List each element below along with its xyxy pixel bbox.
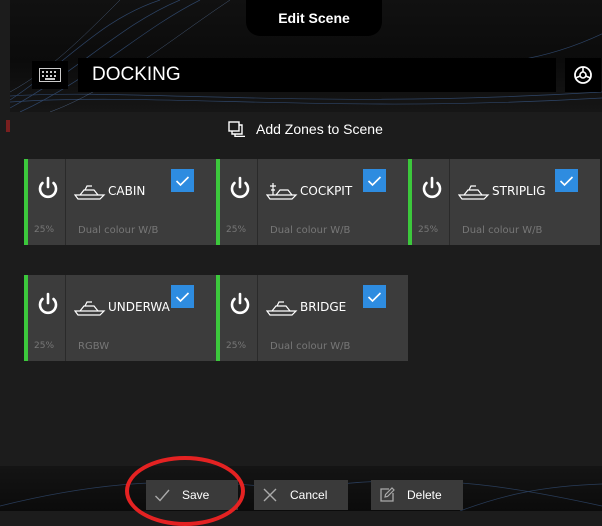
zone-card-bridge[interactable]: 25% BRIDGE Dual colour W/B xyxy=(216,275,408,361)
zone-card-underwater[interactable]: 25% UNDERWA RGBW xyxy=(24,275,216,361)
zone-checkbox[interactable] xyxy=(363,285,386,308)
cancel-label: Cancel xyxy=(290,488,328,502)
zone-name: COCKPIT xyxy=(300,184,353,198)
zone-checkbox[interactable] xyxy=(171,285,194,308)
checkmark-icon xyxy=(175,175,190,186)
power-icon xyxy=(38,292,58,315)
power-toggle[interactable]: 25% xyxy=(216,275,258,361)
delete-label: Delete xyxy=(407,488,442,502)
close-icon xyxy=(263,488,277,502)
checkmark-icon xyxy=(559,175,574,186)
edit-icon xyxy=(380,487,395,502)
keyboard-icon xyxy=(39,68,61,82)
power-icon xyxy=(38,176,58,199)
checkmark-icon xyxy=(175,291,190,302)
boat-cockpit-icon xyxy=(266,183,298,200)
zone-name: BRIDGE xyxy=(300,300,347,314)
power-icon xyxy=(230,176,250,199)
power-toggle[interactable]: 25% xyxy=(24,159,66,245)
zone-type: Dual colour W/B xyxy=(270,225,351,236)
zone-level: 25% xyxy=(226,341,247,351)
zone-card-striplight[interactable]: 25% STRIPLIG Dual colour W/B xyxy=(408,159,600,245)
zone-type: Dual colour W/B xyxy=(270,341,351,352)
highlight-circle xyxy=(125,456,245,526)
layers-icon xyxy=(228,121,245,137)
boat-icon xyxy=(74,301,106,316)
steering-wheel-button[interactable] xyxy=(565,58,601,92)
checkmark-icon xyxy=(367,175,382,186)
boat-icon xyxy=(74,185,106,200)
steering-wheel-icon xyxy=(574,66,592,84)
power-toggle[interactable]: 25% xyxy=(216,159,258,245)
zone-name: CABIN xyxy=(108,184,146,198)
zone-type: RGBW xyxy=(78,341,110,352)
power-icon xyxy=(422,176,442,199)
boat-icon xyxy=(266,301,298,316)
header-bar: Edit Scene xyxy=(10,0,602,112)
zone-level: 25% xyxy=(226,225,247,235)
zone-checkbox[interactable] xyxy=(171,169,194,192)
zone-checkbox[interactable] xyxy=(363,169,386,192)
checkmark-icon xyxy=(367,291,382,302)
boat-icon xyxy=(458,185,490,200)
cancel-button[interactable]: Cancel xyxy=(254,480,348,510)
zone-level: 25% xyxy=(34,341,55,351)
zone-level: 25% xyxy=(34,225,55,235)
keyboard-button[interactable] xyxy=(32,61,68,89)
add-zones-button[interactable]: Add Zones to Scene xyxy=(228,118,383,140)
zone-card-cabin[interactable]: 25% CABIN Dual colour W/B xyxy=(24,159,216,245)
zone-card-cockpit[interactable]: 25% COCKPIT Dual colour W/B xyxy=(216,159,408,245)
add-zones-label: Add Zones to Scene xyxy=(256,121,383,137)
zone-name: UNDERWA xyxy=(108,300,170,314)
zone-level: 25% xyxy=(418,225,439,235)
power-toggle[interactable]: 25% xyxy=(408,159,450,245)
edge-marker xyxy=(6,120,10,132)
power-icon xyxy=(230,292,250,315)
zone-checkbox[interactable] xyxy=(555,169,578,192)
zone-type: Dual colour W/B xyxy=(78,225,159,236)
scene-name-input[interactable] xyxy=(78,58,556,92)
page-title: Edit Scene xyxy=(246,0,382,36)
zone-name: STRIPLIG xyxy=(492,184,546,198)
zone-type: Dual colour W/B xyxy=(462,225,543,236)
delete-button[interactable]: Delete xyxy=(371,480,463,510)
power-toggle[interactable]: 25% xyxy=(24,275,66,361)
